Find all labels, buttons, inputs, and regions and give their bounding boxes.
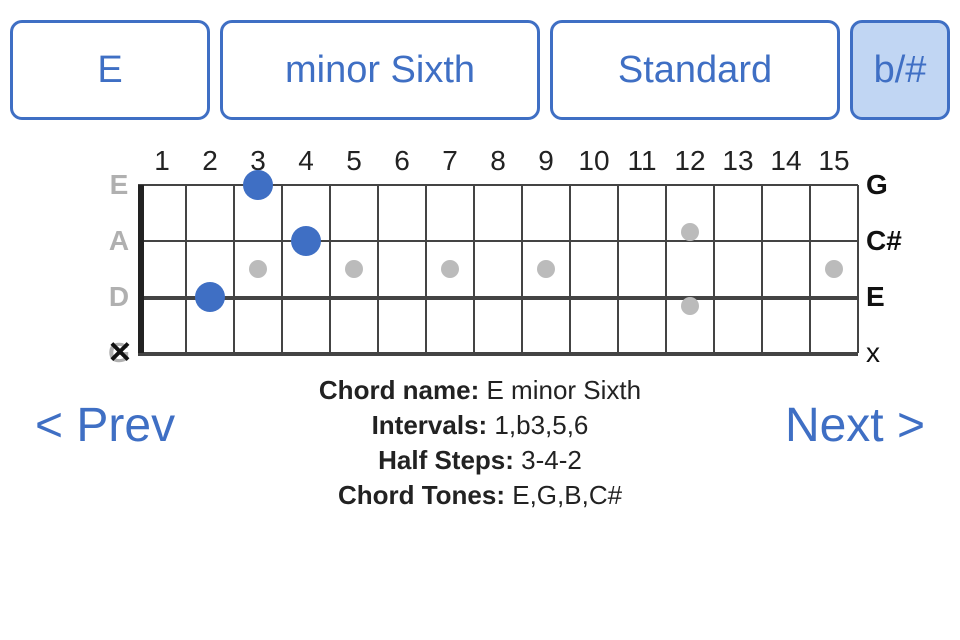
string-result-note: E bbox=[866, 281, 885, 313]
fretboard-diagram: 123456789101112131415 EADG GC#Ex ✕ bbox=[100, 145, 880, 353]
accidental-value: b/# bbox=[874, 49, 927, 92]
fret-number: 9 bbox=[522, 145, 570, 177]
fret-number: 7 bbox=[426, 145, 474, 177]
open-string-label: E bbox=[100, 169, 138, 201]
fret-inlay bbox=[681, 223, 699, 241]
finger-position bbox=[291, 226, 321, 256]
string-result-note: C# bbox=[866, 225, 902, 257]
fret-number: 10 bbox=[570, 145, 618, 177]
tones-label: Chord Tones: bbox=[338, 480, 505, 510]
chord-type-selector[interactable]: minor Sixth bbox=[220, 20, 540, 120]
fret-number: 2 bbox=[186, 145, 234, 177]
chord-name-label: Chord name: bbox=[319, 375, 479, 405]
next-chord-button[interactable]: Next > bbox=[785, 398, 925, 453]
chord-name-value: E minor Sixth bbox=[486, 375, 641, 405]
fret-inlay bbox=[537, 260, 555, 278]
fret-inlay bbox=[345, 260, 363, 278]
root-note-value: E bbox=[97, 49, 122, 92]
fret-number: 14 bbox=[762, 145, 810, 177]
fret-number: 6 bbox=[378, 145, 426, 177]
tuning-value: Standard bbox=[618, 49, 772, 92]
tuning-selector[interactable]: Standard bbox=[550, 20, 840, 120]
open-string-label: A bbox=[100, 225, 138, 257]
fret-number: 4 bbox=[282, 145, 330, 177]
fret-inlay bbox=[249, 260, 267, 278]
fret-number: 12 bbox=[666, 145, 714, 177]
finger-position bbox=[195, 282, 225, 312]
finger-position bbox=[243, 170, 273, 200]
fret-inlay bbox=[441, 260, 459, 278]
intervals-value: 1,b3,5,6 bbox=[494, 410, 588, 440]
halfsteps-value: 3-4-2 bbox=[521, 445, 582, 475]
fret-number: 11 bbox=[618, 145, 666, 177]
fret-number: 8 bbox=[474, 145, 522, 177]
fret-number: 5 bbox=[330, 145, 378, 177]
halfsteps-label: Half Steps: bbox=[378, 445, 514, 475]
string-result-note: G bbox=[866, 169, 888, 201]
intervals-label: Intervals: bbox=[372, 410, 488, 440]
root-note-selector[interactable]: E bbox=[10, 20, 210, 120]
fret-number: 1 bbox=[138, 145, 186, 177]
accidental-toggle[interactable]: b/# bbox=[850, 20, 950, 120]
fret-number: 15 bbox=[810, 145, 858, 177]
fret-inlay bbox=[681, 297, 699, 315]
fret-number: 13 bbox=[714, 145, 762, 177]
string-result-note: x bbox=[866, 337, 880, 369]
chord-type-value: minor Sixth bbox=[285, 49, 475, 92]
mute-x-icon: ✕ bbox=[107, 336, 132, 371]
open-string-label: D bbox=[100, 281, 138, 313]
prev-chord-button[interactable]: < Prev bbox=[35, 398, 175, 453]
tones-value: E,G,B,C# bbox=[512, 480, 622, 510]
fret-inlay bbox=[825, 260, 843, 278]
